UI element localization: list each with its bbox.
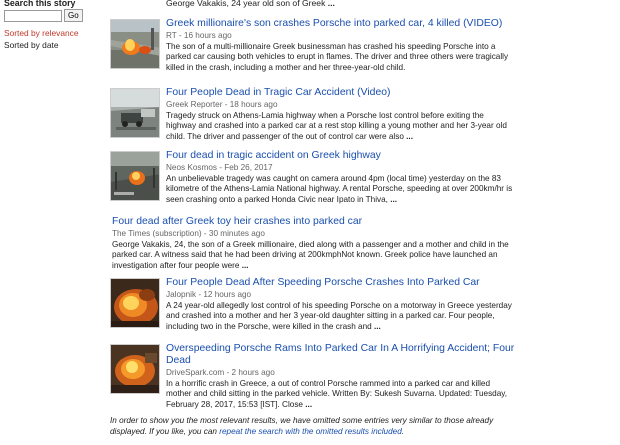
- news-story: Four dead in tragic accident on Greek hi…: [110, 150, 515, 208]
- news-story: Four People Dead in Tragic Car Accident …: [110, 87, 515, 145]
- story-source: Jalopnik - 12 hours ago: [166, 290, 252, 299]
- story-snippet: Tragedy struck on Athens-Lamia highway w…: [166, 111, 507, 141]
- story-source: RT - 16 hours ago: [166, 31, 232, 40]
- sidebar-heading: Search this story: [4, 0, 76, 8]
- story-thumbnail[interactable]: [110, 344, 160, 394]
- story-snippet: A 24 year-old allegedly lost control of …: [166, 301, 512, 331]
- news-story: Four dead after Greek toy heir crashes i…: [110, 216, 515, 270]
- story-thumbnail[interactable]: [110, 278, 160, 328]
- news-story: Overspeeding Porsche Rams Into Parked Ca…: [110, 343, 515, 409]
- sort-by-relevance: Sorted by relevance: [4, 28, 79, 38]
- story-thumbnail[interactable]: [110, 88, 160, 138]
- story-title-link[interactable]: Greek millionaire's son crashes Porsche …: [166, 18, 515, 30]
- news-story: Greek millionaire's son crashes Porsche …: [110, 18, 515, 76]
- previous-snippet-tail: George Vakakis, 24 year old son of Greek…: [166, 0, 335, 8]
- story-source: The Times (subscription) - 30 minutes ag…: [112, 229, 265, 238]
- story-snippet: In a horrific crash in Greece, a out of …: [166, 379, 508, 409]
- story-search-input[interactable]: [4, 9, 62, 22]
- story-source: Greek Reporter - 18 hours ago: [166, 100, 278, 109]
- story-title-link[interactable]: Four People Dead in Tragic Car Accident …: [166, 87, 515, 99]
- sidebar: Search this story Go Sorted by relevance…: [4, 0, 104, 50]
- story-title-link[interactable]: Four dead after Greek toy heir crashes i…: [112, 216, 512, 228]
- story-title-link[interactable]: Four dead in tragic accident on Greek hi…: [166, 150, 515, 162]
- repeat-search-link[interactable]: repeat the search with the omitted resul…: [219, 427, 402, 436]
- omitted-results-notice: In order to show you the most relevant r…: [110, 416, 494, 436]
- news-story: Four People Dead After Speeding Porsche …: [110, 277, 515, 335]
- story-title-link[interactable]: Four People Dead After Speeding Porsche …: [166, 277, 515, 289]
- story-snippet: An unbelievable tragedy was caught on ca…: [166, 174, 513, 204]
- story-title-link[interactable]: Overspeeding Porsche Rams Into Parked Ca…: [166, 343, 515, 367]
- story-thumbnail[interactable]: [110, 19, 160, 69]
- story-source: Neos Kosmos - Feb 26, 2017: [166, 163, 273, 172]
- sort-by-date-link[interactable]: Sorted by date: [4, 40, 104, 50]
- story-snippet: George Vakakis, 24, the son of a Greek m…: [112, 240, 509, 270]
- story-search-form: Go: [4, 9, 104, 22]
- go-button[interactable]: Go: [64, 9, 83, 22]
- story-source: DriveSpark.com - 2 hours ago: [166, 368, 275, 377]
- story-snippet: The son of a multi-millionaire Greek bus…: [166, 42, 509, 72]
- story-thumbnail[interactable]: [110, 151, 160, 201]
